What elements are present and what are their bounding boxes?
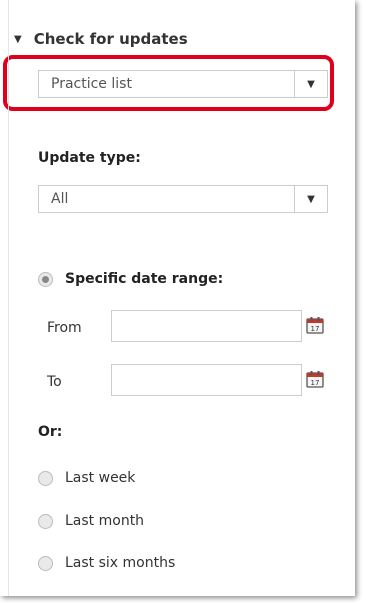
radio-last-week[interactable]: Last week: [38, 470, 135, 486]
chevron-down-icon[interactable]: ▼: [294, 71, 327, 97]
update-type-value: All: [51, 191, 69, 207]
from-label: From: [47, 320, 82, 336]
calendar-day-text: 17: [311, 325, 320, 333]
update-type-label: Update type:: [38, 150, 141, 166]
radio-button[interactable]: [38, 513, 53, 529]
list-select[interactable]: Practice list ▼: [38, 70, 328, 98]
collapse-triangle-icon[interactable]: ▼: [14, 34, 22, 45]
check-for-updates-panel: ▼ Check for updates Practice list ▼ Upda…: [0, 0, 355, 596]
from-date-input[interactable]: [111, 310, 302, 342]
chevron-down-icon[interactable]: ▼: [294, 186, 327, 212]
section-title: Check for updates: [33, 30, 188, 48]
specific-date-range-label: Specific date range:: [65, 271, 224, 287]
to-date-input[interactable]: [111, 364, 302, 396]
list-select-value: Practice list: [51, 76, 132, 92]
radio-last-month[interactable]: Last month: [38, 513, 144, 529]
radio-last-six-months[interactable]: Last six months: [38, 555, 175, 571]
section-header[interactable]: ▼ Check for updates: [14, 30, 188, 48]
calendar-icon[interactable]: 17: [305, 369, 325, 389]
update-type-select[interactable]: All ▼: [38, 185, 328, 213]
radio-specific-date-range[interactable]: Specific date range:: [38, 271, 223, 287]
radio-button[interactable]: [38, 271, 53, 287]
radio-button[interactable]: [38, 470, 53, 486]
preset-label: Last six months: [65, 555, 176, 571]
or-label: Or:: [38, 424, 63, 440]
radio-button[interactable]: [38, 555, 53, 571]
calendar-day-text: 17: [311, 379, 320, 387]
to-label: To: [47, 374, 62, 390]
calendar-icon[interactable]: 17: [305, 315, 325, 335]
preset-label: Last week: [65, 470, 136, 486]
preset-label: Last month: [65, 513, 145, 529]
